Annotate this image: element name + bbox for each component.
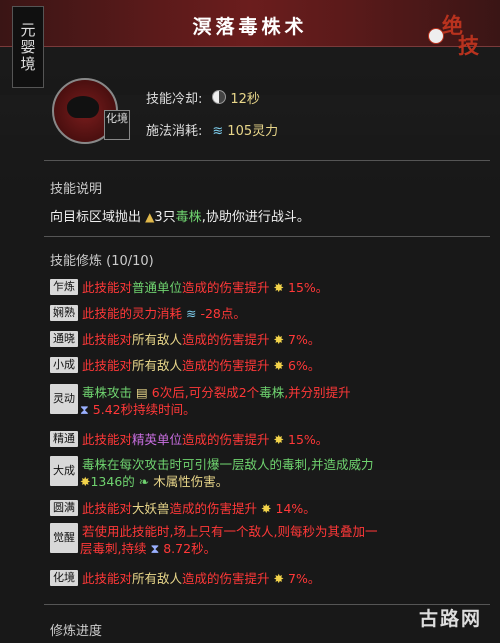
sun-icon: ✸ — [273, 432, 285, 447]
row-text: 此技能对 — [82, 280, 133, 295]
cost-label: 施法消耗: — [146, 124, 203, 139]
row-text: 造成的伤害提升 — [182, 358, 270, 373]
cultivation-tag: 乍炼 — [50, 279, 78, 295]
row-value: 14%。 — [275, 501, 316, 516]
row-value: 15%。 — [288, 432, 329, 447]
mana-icon: ≋ — [212, 124, 224, 139]
row-highlight: 1346的 — [90, 474, 135, 489]
hourglass-icon: ⧗ — [150, 541, 160, 556]
description-text: 向目标区域抛出 ▲3只毒株,协助你进行战斗。 — [50, 206, 310, 225]
row-value: 6%。 — [288, 358, 321, 373]
row-text: 造成的伤害提升 — [182, 571, 270, 586]
skill-title: 溟落毒株术 — [192, 16, 308, 38]
cultivation-tag: 精通 — [50, 431, 78, 447]
ultimate-skill-badge: 绝 技 — [428, 8, 490, 60]
row-text: 8.72秒。 — [163, 541, 217, 556]
row-highlight: 毒株攻击 — [82, 385, 133, 400]
row-text: 层毒刺,持续 — [80, 541, 147, 556]
row-line-2: ✸1346的 ❧ 木属性伤害。 — [50, 473, 470, 490]
sun-icon: ✸ — [80, 474, 91, 489]
cultivation-tag: 大成 — [50, 456, 78, 486]
cultivation-progress-title: 修炼进度 — [50, 624, 103, 639]
tooltip-header: 溟落毒株术 — [0, 0, 500, 47]
row-text: 造成的伤害提升 — [182, 332, 270, 347]
cultivation-title: 技能修炼 (10/10) — [50, 254, 154, 269]
mana-icon: ≋ — [186, 306, 197, 321]
row-text: 6次后,可分裂成2个 — [151, 385, 260, 400]
cultivation-tag: 通晓 — [50, 331, 78, 347]
row-text: 此技能对 — [82, 358, 133, 373]
skill-realm-badge: 化境 — [104, 110, 130, 140]
cultivation-row: 灵动 毒株攻击 ▤ 6次后,可分裂成2个毒株,并分别提升 ⧗ 5.42秒持续时间。 — [50, 384, 470, 418]
cultivation-tag: 觉醒 — [50, 523, 78, 553]
cultivation-tag: 娴熟 — [50, 305, 78, 321]
cultivation-row: 化境 此技能对所有敌人造成的伤害提升 ✸ 7%。 — [50, 570, 470, 587]
row-text: 若使用此技能时,场上只有一个敌人,则每秒为其叠加一 — [82, 524, 378, 539]
cultivation-row: 娴熟 此技能的灵力消耗 ≋ -28点。 — [50, 305, 470, 322]
row-text: 此技能对 — [82, 432, 133, 447]
row-highlight: 毒株在每次攻击时可引爆一层敌人的毒刺,并造成威力 — [82, 457, 374, 472]
hourglass-icon: ⧗ — [80, 402, 89, 417]
sun-icon: ✸ — [273, 280, 285, 295]
cultivation-row: 小成 此技能对所有敌人造成的伤害提升 ✸ 6%。 — [50, 357, 470, 374]
row-text: 此技能对 — [82, 332, 133, 347]
row-text: 此技能的灵力消耗 — [82, 306, 183, 321]
cultivation-row: 通晓 此技能对所有敌人造成的伤害提升 ✸ 7%。 — [50, 331, 470, 348]
sun-icon: ✸ — [273, 358, 285, 373]
cooldown-stat: 技能冷却: 12秒 — [146, 88, 260, 107]
cultivation-tag: 圆满 — [50, 500, 78, 516]
row-text: 造成的伤害提升 — [182, 280, 270, 295]
row-highlight: 精英单位 — [132, 432, 183, 447]
scroll-icon: ▤ — [136, 385, 148, 400]
realm-tag: 元婴境 — [12, 6, 44, 88]
cultivation-row: 乍炼 此技能对普通单位造成的伤害提升 ✸ 15%。 — [50, 279, 470, 296]
row-text: 此技能对 — [82, 571, 133, 586]
row-text: 此技能对 — [82, 501, 133, 516]
cultivation-row: 圆满 此技能对大妖兽造成的伤害提升 ✸ 14%。 — [50, 500, 470, 517]
row-highlight: 毒株 — [259, 385, 285, 400]
row-highlight: 所有敌人 — [132, 332, 183, 347]
cultivation-row: 精通 此技能对精英单位造成的伤害提升 ✸ 15%。 — [50, 431, 470, 448]
cooldown-value: 12秒 — [230, 92, 260, 107]
divider — [44, 160, 490, 161]
cultivation-tag: 小成 — [50, 357, 78, 373]
cooldown-icon — [212, 90, 227, 104]
watermark: 古路网 — [418, 608, 482, 630]
desc-pre: 向目标区域抛出 — [50, 210, 142, 225]
row-highlight: 所有敌人 — [132, 571, 183, 586]
description-title: 技能说明 — [50, 182, 103, 197]
row-value: 7%。 — [288, 571, 321, 586]
row-text: ,并分别提升 — [284, 385, 351, 400]
sun-icon: ✸ — [261, 501, 272, 516]
row-text: 造成的伤害提升 — [182, 432, 270, 447]
row-value: -28点。 — [200, 306, 246, 321]
cooldown-label: 技能冷却: — [146, 92, 203, 107]
row-text: 5.42秒持续时间。 — [92, 402, 196, 417]
row-text: 造成的伤害提升 — [169, 501, 258, 516]
cost-value: 105灵力 — [227, 124, 279, 139]
divider — [44, 236, 490, 237]
spider-icon — [67, 96, 99, 118]
leaf-icon: ❧ — [138, 474, 150, 489]
row-line-2: 层毒刺,持续 ⧗ 8.72秒。 — [50, 540, 470, 557]
coin-icon: ▲ — [145, 210, 155, 224]
row-highlight: 普通单位 — [132, 280, 183, 295]
row-line-2: ⧗ 5.42秒持续时间。 — [50, 401, 470, 418]
cultivation-row: 大成 毒株在每次攻击时可引爆一层敌人的毒刺,并造成威力 ✸1346的 ❧ 木属性伤… — [50, 456, 470, 490]
cultivation-row: 觉醒 若使用此技能时,场上只有一个敌人,则每秒为其叠加一 层毒刺,持续 ⧗ 8.7… — [50, 523, 470, 557]
row-value: 7%。 — [288, 332, 321, 347]
row-highlight: 大妖兽 — [132, 501, 170, 516]
cultivation-tag: 化境 — [50, 570, 78, 586]
row-highlight: 所有敌人 — [132, 358, 183, 373]
desc-highlight: 毒株 — [175, 210, 202, 225]
sun-icon: ✸ — [273, 571, 285, 586]
cost-stat: 施法消耗: ≋ 105灵力 — [146, 120, 278, 139]
desc-post: ,协助你进行战斗。 — [201, 210, 310, 225]
row-value: 15%。 — [288, 280, 329, 295]
row-highlight: 木属性伤害。 — [153, 474, 229, 489]
badge-char-2: 技 — [458, 33, 479, 58]
desc-count: 3只 — [154, 210, 176, 225]
sun-icon: ✸ — [273, 332, 285, 347]
cultivation-tag: 灵动 — [50, 384, 78, 414]
